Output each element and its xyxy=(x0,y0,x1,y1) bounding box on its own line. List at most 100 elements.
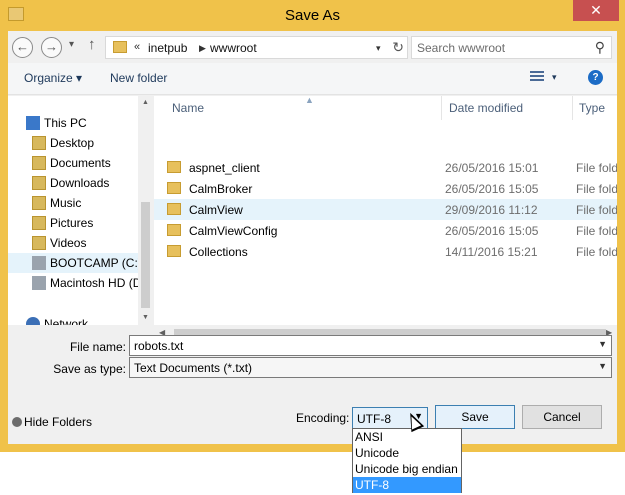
file-date: 26/05/2016 15:05 xyxy=(445,224,539,238)
nav-item-label: Documents xyxy=(50,156,111,170)
file-type: File folder xyxy=(576,224,617,238)
table-row[interactable]: CalmBroker 26/05/2016 15:05 File folder xyxy=(154,178,617,199)
file-name: CalmBroker xyxy=(189,182,253,196)
file-type: File folder xyxy=(576,182,617,196)
drive-icon xyxy=(32,276,46,290)
forward-button[interactable]: → xyxy=(41,37,62,58)
search-icon[interactable]: ⚲ xyxy=(595,39,605,56)
scroll-down-icon[interactable]: ▼ xyxy=(142,314,149,321)
nav-item-this-pc[interactable]: This PC xyxy=(26,113,138,133)
downloads-folder-icon xyxy=(32,176,46,190)
hide-folders-button[interactable]: Hide Folders xyxy=(12,415,92,429)
search-box[interactable]: Search wwwroot ⚲ xyxy=(411,36,612,59)
nav-item-label: BOOTCAMP (C:) xyxy=(50,256,142,270)
change-view-icon[interactable] xyxy=(530,71,544,83)
nav-item-label: Macintosh HD (D xyxy=(50,276,138,290)
breadcrumb-wwwroot[interactable]: wwwroot xyxy=(210,41,257,55)
encoding-label: Encoding: xyxy=(296,411,350,425)
save-as-type-select[interactable]: Text Documents (*.txt) ▼ xyxy=(129,357,612,378)
table-row[interactable]: CalmView 29/09/2016 11:12 File folder xyxy=(154,199,617,220)
title-bar[interactable]: Save As ✕ xyxy=(0,0,625,32)
scrollbar-thumb[interactable] xyxy=(141,202,150,308)
dialog-body: ← → ▾ ↑ « inetpub ▶ wwwroot ▾ ↻ Search w… xyxy=(8,31,617,444)
table-row[interactable]: Collections 14/11/2016 15:21 File folder xyxy=(154,241,617,262)
file-list: ▲ Name Date modified Type aspnet_client … xyxy=(154,96,617,325)
documents-folder-icon xyxy=(32,156,46,170)
nav-item-desktop[interactable]: Desktop xyxy=(32,133,138,153)
network-icon xyxy=(26,317,40,325)
forward-arrow-icon: → xyxy=(45,39,58,54)
nav-item-downloads[interactable]: Downloads xyxy=(32,173,138,193)
file-type: File folder xyxy=(576,161,617,175)
table-row[interactable]: aspnet_client 26/05/2016 15:01 File fold… xyxy=(154,157,617,178)
back-button[interactable]: ← xyxy=(12,37,33,58)
table-row[interactable]: CalmViewConfig 26/05/2016 15:05 File fol… xyxy=(154,220,617,241)
file-date: 29/09/2016 11:12 xyxy=(445,203,538,217)
nav-item-macintosh-hd[interactable]: Macintosh HD (D xyxy=(32,273,138,293)
file-name-field[interactable]: robots.txt ▼ xyxy=(129,335,612,356)
close-button[interactable]: ✕ xyxy=(573,0,619,21)
nav-item-label: Pictures xyxy=(50,216,94,230)
pictures-folder-icon xyxy=(32,216,46,230)
breadcrumb-overflow[interactable]: « xyxy=(134,41,140,53)
file-date: 26/05/2016 15:01 xyxy=(445,161,539,175)
encoding-option-unicode-big-endian[interactable]: Unicode big endian xyxy=(353,461,461,477)
column-label: Type xyxy=(579,101,606,115)
folder-icon xyxy=(167,245,181,257)
save-button[interactable]: Save xyxy=(435,405,515,429)
save-as-type-value: Text Documents (*.txt) xyxy=(134,361,253,375)
folder-icon xyxy=(167,203,181,215)
hide-folders-label: Hide Folders xyxy=(24,415,93,429)
folder-icon xyxy=(167,161,181,173)
nav-item-label: Downloads xyxy=(50,176,110,190)
new-folder-button[interactable]: New folder xyxy=(110,71,167,85)
file-date: 26/05/2016 15:05 xyxy=(445,182,539,196)
encoding-value: UTF-8 xyxy=(357,412,391,426)
encoding-option-ansi[interactable]: ANSI xyxy=(353,429,461,445)
search-input[interactable]: Search wwwroot xyxy=(417,41,505,55)
chevron-up-icon xyxy=(12,417,22,427)
navigation-scrollbar[interactable]: ▲ ▼ xyxy=(138,96,153,325)
file-name-input[interactable]: robots.txt xyxy=(134,339,183,353)
music-folder-icon xyxy=(32,196,46,210)
chevron-down-icon[interactable]: ▼ xyxy=(598,361,607,371)
refresh-icon[interactable]: ↻ xyxy=(392,39,404,56)
drive-icon xyxy=(32,256,46,270)
breadcrumb-separator-icon[interactable]: ▶ xyxy=(199,43,206,54)
encoding-option-unicode[interactable]: Unicode xyxy=(353,445,461,461)
nav-item-label: Network xyxy=(44,317,89,325)
address-history-chevron-icon[interactable]: ▾ xyxy=(376,43,381,54)
nav-item-videos[interactable]: Videos xyxy=(32,233,138,253)
nav-item-pictures[interactable]: Pictures xyxy=(32,213,138,233)
save-as-type-label: Save as type: xyxy=(53,362,126,376)
view-options-chevron-icon[interactable]: ▾ xyxy=(552,72,557,83)
cancel-button[interactable]: Cancel xyxy=(522,405,602,429)
nav-item-label: This PC xyxy=(44,116,87,130)
nav-item-bootcamp[interactable]: BOOTCAMP (C:) xyxy=(8,253,142,273)
command-bar: Organize ▾ New folder ▾ ? xyxy=(8,63,617,95)
file-type: File folder xyxy=(576,203,617,217)
recent-locations-chevron-icon[interactable]: ▾ xyxy=(69,39,74,50)
back-arrow-icon: ← xyxy=(16,39,29,54)
chevron-down-icon[interactable]: ▼ xyxy=(598,339,607,349)
nav-item-documents[interactable]: Documents xyxy=(32,153,138,173)
nav-item-music[interactable]: Music xyxy=(32,193,138,213)
help-icon[interactable]: ? xyxy=(588,70,603,85)
breadcrumb-inetpub[interactable]: inetpub xyxy=(148,41,187,55)
column-header-type[interactable]: Type xyxy=(573,96,617,120)
organize-button[interactable]: Organize ▾ xyxy=(24,71,82,85)
address-bar[interactable]: « inetpub ▶ wwwroot ▾ ↻ xyxy=(105,36,408,59)
encoding-option-utf8[interactable]: UTF-8 xyxy=(353,477,461,493)
up-button[interactable]: ↑ xyxy=(88,36,96,53)
file-name: CalmViewConfig xyxy=(189,224,278,238)
desktop-folder-icon xyxy=(32,136,46,150)
nav-item-network[interactable]: Network xyxy=(26,314,138,325)
scroll-up-icon[interactable]: ▲ xyxy=(142,99,149,106)
column-header-name[interactable]: Name xyxy=(154,96,442,120)
navigation-pane: This PC Desktop Documents Downloads Musi… xyxy=(8,96,153,325)
column-header-date-modified[interactable]: Date modified xyxy=(442,96,573,120)
dialog-title: Save As xyxy=(284,7,341,24)
folder-icon xyxy=(167,224,181,236)
nav-item-label: Music xyxy=(50,196,82,210)
computer-icon xyxy=(26,116,40,130)
